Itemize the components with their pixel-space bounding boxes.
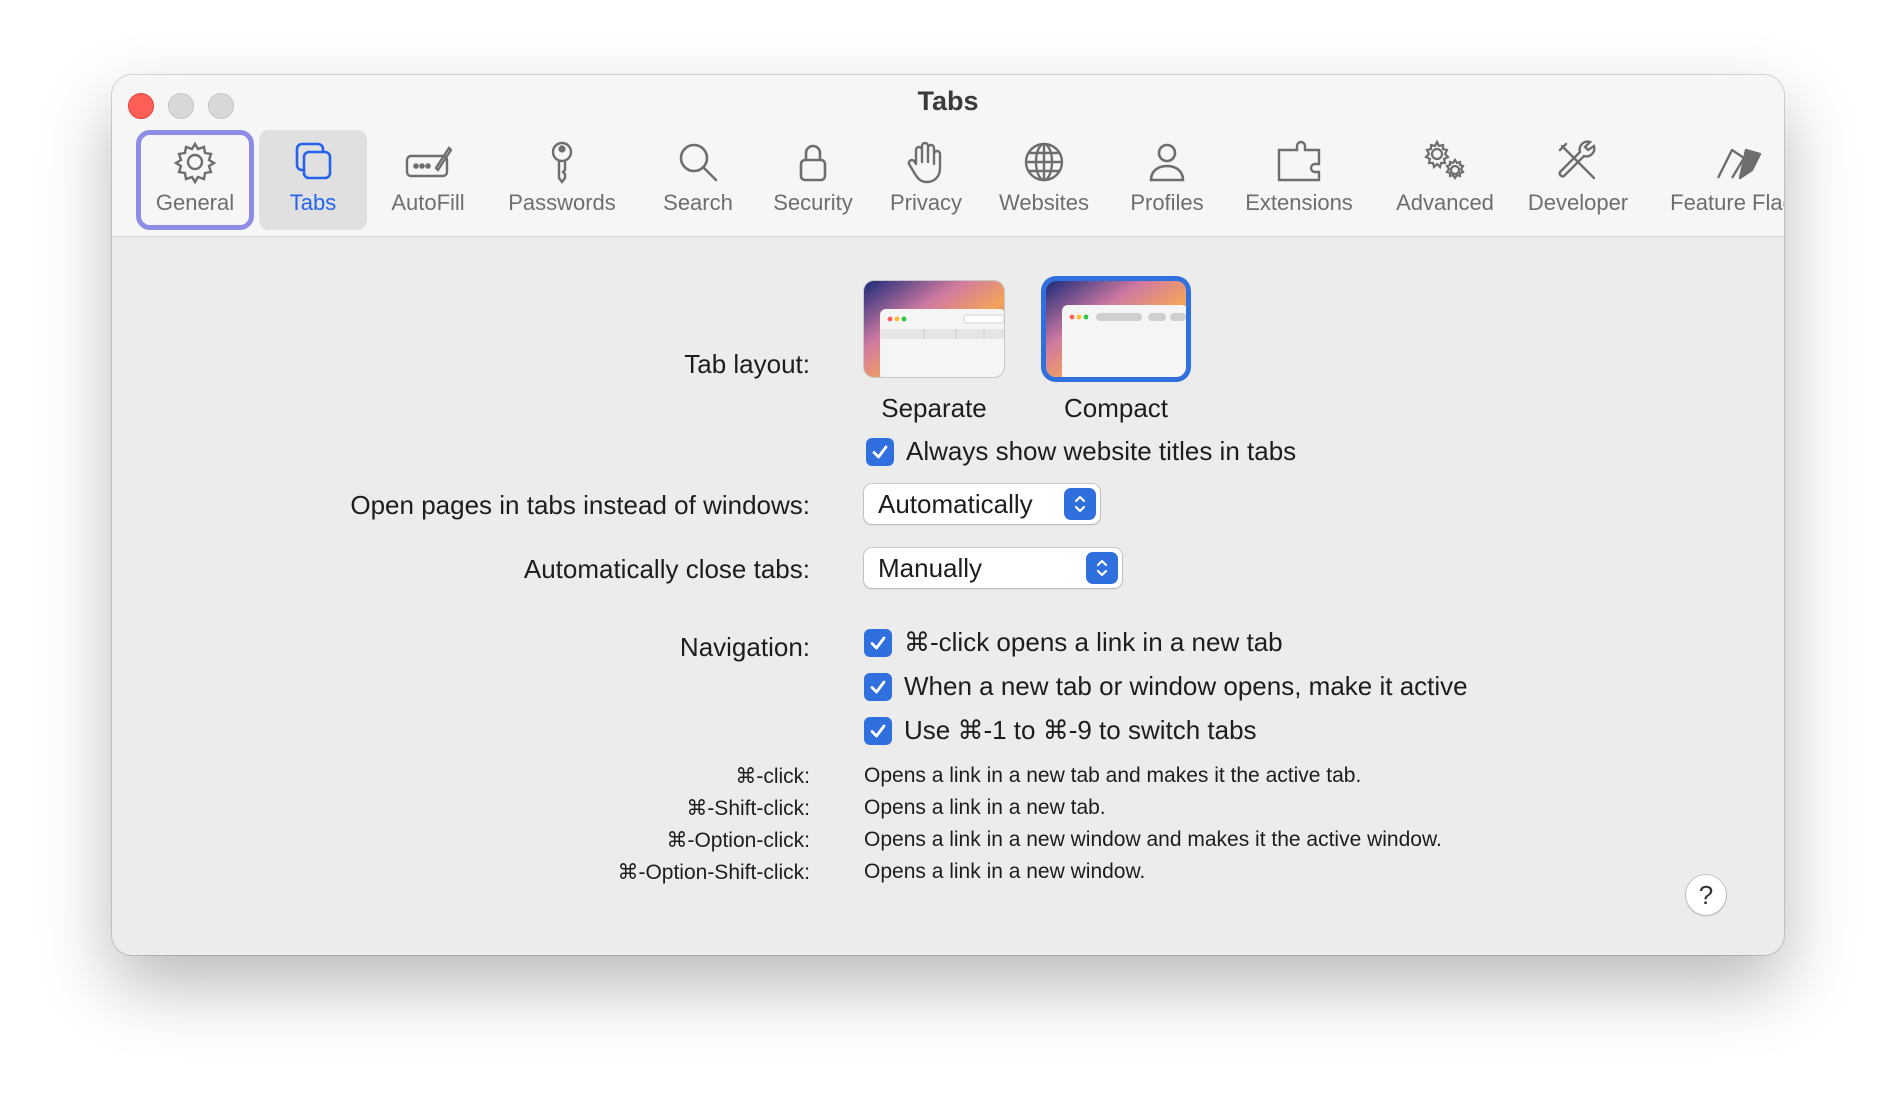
shortcut-description: Opens a link in a new window and makes i…: [864, 828, 1442, 851]
toolbar-item-general[interactable]: General: [136, 130, 254, 230]
preferences-toolbar: General Tabs AutoFill Passwords Search S…: [112, 130, 1784, 230]
make-active-label: When a new tab or window opens, make it …: [904, 671, 1468, 701]
lock-icon: [799, 144, 827, 182]
toolbar-item-extensions[interactable]: Extensions: [1224, 130, 1374, 230]
help-button[interactable]: ?: [1686, 875, 1726, 915]
cmd-click-label: ⌘-click opens a link in a new tab: [904, 627, 1283, 657]
toolbar-item-privacy[interactable]: Privacy: [872, 130, 980, 230]
switch-tabs-checkbox[interactable]: [864, 716, 892, 745]
key-icon: [551, 141, 573, 184]
tools-icon: [1558, 140, 1596, 180]
toolbar-label-feature-flags: Feature Flags: [1670, 190, 1784, 215]
toolbar-label-security: Security: [773, 190, 853, 215]
separate-layout-thumbnail[interactable]: [864, 281, 1004, 377]
navigation-label: Navigation:: [679, 632, 810, 662]
toolbar-label-extensions: Extensions: [1245, 190, 1353, 215]
checkmark-icon: [870, 636, 886, 649]
toolbar-item-passwords[interactable]: Passwords: [487, 130, 637, 230]
always-show-titles-checkbox[interactable]: [866, 437, 894, 466]
tab-layout-option-separate[interactable]: Separate: [864, 281, 1004, 424]
open-pages-label: Open pages in tabs instead of windows:: [350, 490, 810, 520]
toolbar-label-autofill: AutoFill: [391, 190, 465, 215]
toolbar-label-search: Search: [663, 190, 733, 215]
updown-chevron-icon: [1064, 488, 1096, 520]
separate-label: Separate: [881, 393, 987, 423]
toolbar-label-general: General: [155, 190, 235, 215]
flags-icon: [1716, 148, 1762, 180]
toolbar-label-developer: Developer: [1527, 190, 1629, 215]
switch-tabs-label: Use ⌘-1 to ⌘-9 to switch tabs: [904, 715, 1257, 745]
checkmark-icon: [870, 680, 886, 693]
toolbar-item-developer[interactable]: Developer: [1515, 130, 1641, 230]
autofill-icon: [405, 146, 452, 178]
checkmark-icon: [870, 724, 886, 737]
tab-layout-option-compact[interactable]: Compact: [1046, 281, 1186, 424]
gear-icon: [173, 141, 217, 185]
always-show-titles-label: Always show website titles in tabs: [906, 436, 1297, 466]
toolbar-item-advanced[interactable]: Advanced: [1377, 130, 1513, 230]
open-pages-select[interactable]: Automatically: [864, 484, 1100, 524]
navigation-option-cmd-click[interactable]: ⌘-click opens a link in a new tab: [864, 627, 1283, 658]
toolbar-label-privacy: Privacy: [889, 190, 963, 215]
preferences-window: Tabs General Tabs AutoFill Passwords Sea…: [112, 75, 1784, 955]
toolbar-label-advanced: Advanced: [1396, 190, 1494, 215]
tab-layout-label: Tab layout:: [684, 349, 810, 379]
shortcut-description: Opens a link in a new window.: [864, 860, 1146, 883]
checkmark-icon: [872, 445, 888, 458]
gears-icon: [1424, 139, 1465, 180]
make-active-checkbox[interactable]: [864, 672, 892, 701]
toolbar-item-feature-flags[interactable]: Feature Flags: [1644, 130, 1784, 230]
shortcut-key: ⌘-Shift-click:: [686, 797, 810, 820]
navigation-option-make-active[interactable]: When a new tab or window opens, make it …: [864, 671, 1468, 702]
shortcut-key: ⌘-Option-click:: [666, 829, 810, 852]
window-title: Tabs: [917, 86, 979, 116]
toolbar-item-websites[interactable]: Websites: [980, 130, 1108, 230]
updown-chevron-icon: [1086, 552, 1118, 584]
shortcut-description: Opens a link in a new tab.: [864, 796, 1106, 819]
navigation-option-switch-tabs[interactable]: Use ⌘-1 to ⌘-9 to switch tabs: [864, 715, 1257, 746]
shortcut-key: ⌘-click:: [735, 765, 810, 788]
toolbar-item-search[interactable]: Search: [643, 130, 753, 230]
shortcut-key: ⌘-Option-Shift-click:: [617, 861, 810, 884]
compact-layout-thumbnail[interactable]: [1046, 281, 1186, 377]
toolbar-item-autofill[interactable]: AutoFill: [372, 130, 484, 230]
tabs-icon: [295, 142, 332, 180]
puzzle-icon: [1277, 140, 1321, 182]
shortcut-description: Opens a link in a new tab and makes it t…: [864, 764, 1362, 787]
close-tabs-select[interactable]: Manually: [864, 548, 1122, 588]
toolbar-label-websites: Websites: [998, 190, 1090, 215]
toolbar-item-security[interactable]: Security: [758, 130, 868, 230]
compact-label: Compact: [1063, 393, 1169, 423]
globe-icon: [1024, 142, 1064, 182]
close-tabs-label: Automatically close tabs:: [523, 554, 810, 584]
open-pages-value: Automatically: [878, 488, 1033, 519]
search-icon: [679, 143, 718, 182]
hand-icon: [907, 141, 942, 184]
toolbar-label-profiles: Profiles: [1130, 190, 1204, 215]
person-icon: [1149, 143, 1185, 182]
close-tabs-value: Manually: [878, 552, 983, 583]
toolbar-label-passwords: Passwords: [508, 190, 616, 215]
always-show-titles-row[interactable]: Always show website titles in tabs: [866, 436, 1296, 467]
toolbar-item-profiles[interactable]: Profiles: [1112, 130, 1222, 230]
toolbar-item-tabs[interactable]: Tabs: [259, 130, 367, 230]
cmd-click-checkbox[interactable]: [864, 628, 892, 657]
titlebar: Tabs General Tabs AutoFill Passwords Sea…: [112, 75, 1784, 237]
toolbar-label-tabs: Tabs: [289, 190, 337, 215]
